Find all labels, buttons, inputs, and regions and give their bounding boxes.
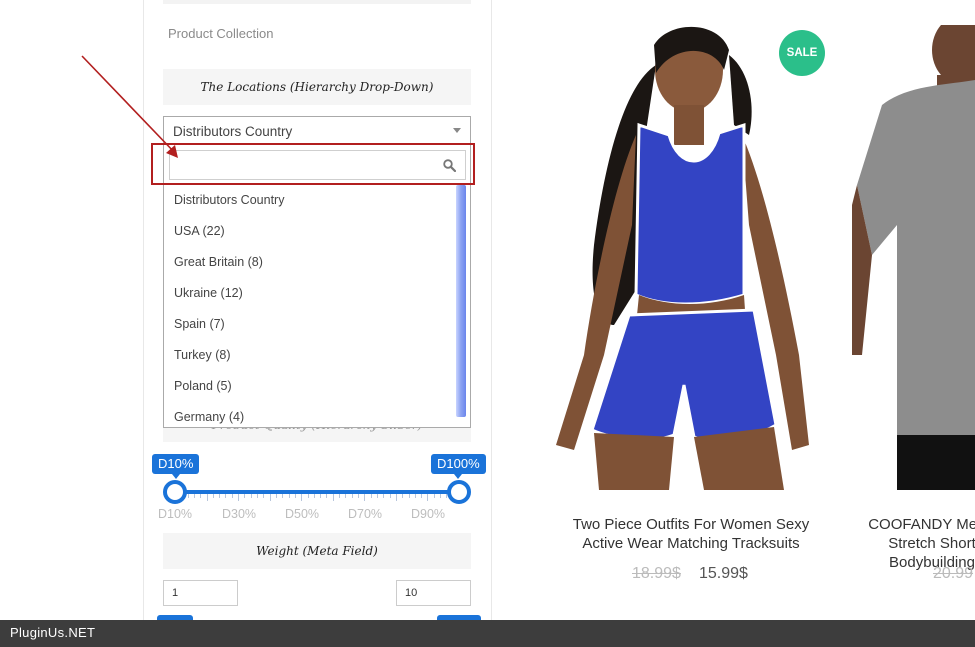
slider-tick — [206, 494, 208, 501]
slider-tick — [212, 494, 214, 498]
slider-tick — [389, 494, 391, 498]
dropdown-scrollbar[interactable] — [456, 185, 466, 417]
sale-badge: SALE — [779, 30, 825, 76]
slider-tick — [269, 494, 271, 501]
slider-tick — [339, 494, 341, 498]
slider-tick — [370, 494, 372, 498]
scale-label-d70: D70% — [347, 507, 383, 521]
slider-tick — [200, 494, 202, 498]
slider-tick — [326, 494, 328, 498]
product-old-price: 18.99$ — [632, 565, 681, 582]
slider-tick — [244, 494, 246, 498]
slider-handle-to[interactable] — [447, 480, 471, 504]
slider-tick — [402, 494, 404, 498]
slider-tick — [263, 494, 265, 498]
option-great-britain[interactable]: Great Britain (8) — [164, 247, 456, 278]
slider-tick — [395, 494, 397, 501]
slider-tick — [364, 494, 366, 501]
slider-tick — [433, 494, 435, 498]
option-ukraine[interactable]: Ukraine (12) — [164, 278, 456, 309]
slider-tick — [320, 494, 322, 498]
slider-ticks — [175, 494, 460, 502]
slider-tick — [427, 494, 429, 501]
product-old-price-2: 20.99 — [933, 565, 974, 582]
slider-tick — [408, 494, 410, 498]
scale-label-d10: D10% — [157, 507, 193, 521]
annotation-arrow-icon — [81, 55, 178, 158]
slider-tick — [257, 494, 259, 498]
slider-tick — [307, 494, 309, 498]
slider-tick — [313, 494, 315, 498]
slider-tick — [421, 494, 423, 498]
slider-tick — [282, 494, 284, 498]
annotation-highlight-box — [151, 143, 475, 185]
chevron-down-icon — [453, 128, 461, 133]
dropdown-options: Distributors Country USA (22) Great Brit… — [164, 185, 456, 427]
footer-brand[interactable]: PluginUs.NET — [10, 625, 95, 640]
previous-section-strip — [163, 0, 471, 4]
page: Product Collection The Locations (Hierar… — [0, 0, 975, 647]
weight-max-input[interactable]: 10 — [396, 580, 471, 606]
option-turkey[interactable]: Turkey (8) — [164, 340, 456, 371]
slider-tick — [351, 494, 353, 498]
slider-tick — [383, 494, 385, 498]
slider-tick — [294, 494, 296, 498]
product-title-2[interactable]: COOFANDY Men's Stretch Short Bodybuildin… — [862, 515, 975, 572]
slider-tick — [288, 494, 290, 498]
slider-tick — [345, 494, 347, 498]
locations-header: The Locations (Hierarchy Drop-Down) — [163, 69, 471, 105]
footer-bar: PluginUs.NET — [0, 620, 975, 647]
weight-min-input[interactable]: 1 — [163, 580, 238, 606]
weight-header: Weight (Meta Field) — [163, 533, 471, 569]
scale-label-d90: D90% — [410, 507, 446, 521]
option-germany[interactable]: Germany (4) — [164, 402, 456, 427]
scale-label-d30: D30% — [221, 507, 257, 521]
collection-label: Product Collection — [168, 26, 274, 41]
slider-tick — [301, 494, 303, 501]
product-image-2[interactable] — [852, 25, 975, 490]
scale-label-d50: D50% — [284, 507, 320, 521]
slider-tick — [414, 494, 416, 498]
slider-tick — [376, 494, 378, 498]
location-select[interactable]: Distributors Country — [163, 116, 471, 146]
slider-from-badge: D10% — [152, 454, 200, 479]
slider-tick — [250, 494, 252, 498]
slider-tick — [332, 494, 334, 501]
slider-to-badge: D100% — [431, 454, 486, 479]
slider-tick — [275, 494, 277, 498]
slider-tick — [231, 494, 233, 498]
slider-handle-from[interactable] — [163, 480, 187, 504]
slider-tick — [358, 494, 360, 498]
option-spain[interactable]: Spain (7) — [164, 309, 456, 340]
product-photo-man-tshirt — [852, 25, 975, 490]
slider-tick — [219, 494, 221, 498]
slider-tick — [193, 494, 195, 498]
product-photo-woman-outfit — [556, 26, 809, 490]
slider-tick — [238, 494, 240, 501]
location-select-value: Distributors Country — [173, 124, 293, 139]
slider-tick — [440, 494, 442, 498]
option-distributors-country[interactable]: Distributors Country — [164, 185, 456, 216]
option-poland[interactable]: Poland (5) — [164, 371, 456, 402]
product-title[interactable]: Two Piece Outfits For Women Sexy Active … — [552, 515, 830, 553]
location-dropdown: Distributors Country USA (22) Great Brit… — [163, 145, 471, 428]
product-image[interactable] — [544, 25, 841, 490]
slider-tick — [225, 494, 227, 498]
option-usa[interactable]: USA (22) — [164, 216, 456, 247]
product-price: 15.99$ — [699, 565, 748, 582]
slider-tick — [187, 494, 189, 498]
